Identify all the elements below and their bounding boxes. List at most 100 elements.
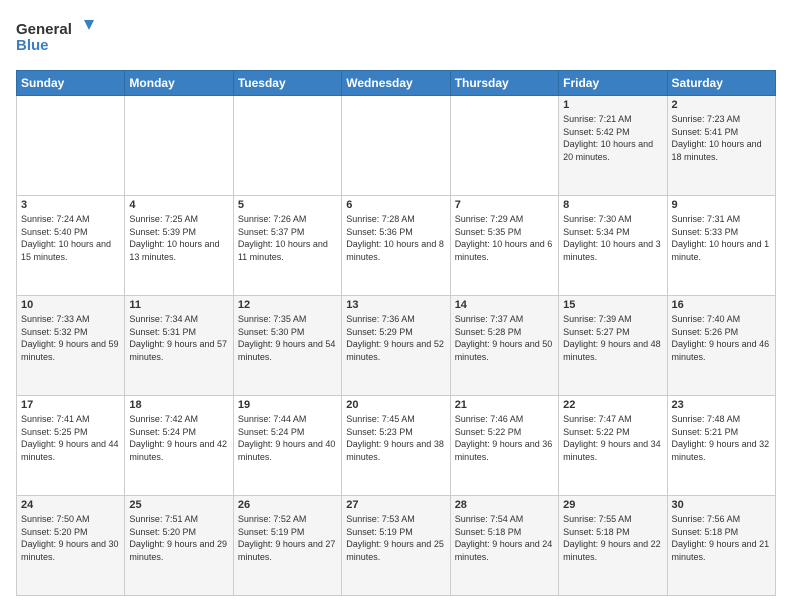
cell-text: Sunrise: 7:35 AMSunset: 5:30 PMDaylight:… — [238, 314, 336, 362]
day-number: 2 — [672, 99, 771, 111]
weekday-header-friday: Friday — [559, 71, 667, 96]
calendar-week-3: 10 Sunrise: 7:33 AMSunset: 5:32 PMDaylig… — [17, 296, 776, 396]
day-number: 3 — [21, 199, 120, 211]
cell-text: Sunrise: 7:55 AMSunset: 5:18 PMDaylight:… — [563, 514, 661, 562]
day-number: 27 — [346, 499, 445, 511]
day-number: 21 — [455, 399, 554, 411]
calendar-cell: 24 Sunrise: 7:50 AMSunset: 5:20 PMDaylig… — [17, 496, 125, 596]
day-number: 15 — [563, 299, 662, 311]
calendar-cell: 12 Sunrise: 7:35 AMSunset: 5:30 PMDaylig… — [233, 296, 341, 396]
cell-text: Sunrise: 7:53 AMSunset: 5:19 PMDaylight:… — [346, 514, 444, 562]
weekday-header-row: SundayMondayTuesdayWednesdayThursdayFrid… — [17, 71, 776, 96]
cell-text: Sunrise: 7:54 AMSunset: 5:18 PMDaylight:… — [455, 514, 553, 562]
cell-text: Sunrise: 7:52 AMSunset: 5:19 PMDaylight:… — [238, 514, 336, 562]
cell-text: Sunrise: 7:51 AMSunset: 5:20 PMDaylight:… — [129, 514, 227, 562]
cell-text: Sunrise: 7:44 AMSunset: 5:24 PMDaylight:… — [238, 414, 336, 462]
weekday-header-sunday: Sunday — [17, 71, 125, 96]
calendar-cell: 5 Sunrise: 7:26 AMSunset: 5:37 PMDayligh… — [233, 196, 341, 296]
calendar-cell — [342, 96, 450, 196]
calendar-cell: 22 Sunrise: 7:47 AMSunset: 5:22 PMDaylig… — [559, 396, 667, 496]
calendar-cell: 1 Sunrise: 7:21 AMSunset: 5:42 PMDayligh… — [559, 96, 667, 196]
day-number: 11 — [129, 299, 228, 311]
day-number: 30 — [672, 499, 771, 511]
cell-text: Sunrise: 7:24 AMSunset: 5:40 PMDaylight:… — [21, 214, 111, 262]
day-number: 12 — [238, 299, 337, 311]
day-number: 26 — [238, 499, 337, 511]
day-number: 13 — [346, 299, 445, 311]
day-number: 10 — [21, 299, 120, 311]
calendar-cell — [125, 96, 233, 196]
calendar-cell: 25 Sunrise: 7:51 AMSunset: 5:20 PMDaylig… — [125, 496, 233, 596]
weekday-header-thursday: Thursday — [450, 71, 558, 96]
calendar-cell: 17 Sunrise: 7:41 AMSunset: 5:25 PMDaylig… — [17, 396, 125, 496]
calendar-cell: 29 Sunrise: 7:55 AMSunset: 5:18 PMDaylig… — [559, 496, 667, 596]
cell-text: Sunrise: 7:47 AMSunset: 5:22 PMDaylight:… — [563, 414, 661, 462]
svg-text:Blue: Blue — [16, 37, 49, 54]
cell-text: Sunrise: 7:50 AMSunset: 5:20 PMDaylight:… — [21, 514, 119, 562]
cell-text: Sunrise: 7:30 AMSunset: 5:34 PMDaylight:… — [563, 214, 661, 262]
calendar-cell: 16 Sunrise: 7:40 AMSunset: 5:26 PMDaylig… — [667, 296, 775, 396]
header: General Blue — [16, 16, 776, 60]
calendar-cell: 28 Sunrise: 7:54 AMSunset: 5:18 PMDaylig… — [450, 496, 558, 596]
weekday-header-tuesday: Tuesday — [233, 71, 341, 96]
day-number: 22 — [563, 399, 662, 411]
day-number: 20 — [346, 399, 445, 411]
weekday-header-saturday: Saturday — [667, 71, 775, 96]
cell-text: Sunrise: 7:40 AMSunset: 5:26 PMDaylight:… — [672, 314, 770, 362]
page: General Blue SundayMondayTuesdayWednesda… — [0, 0, 792, 612]
calendar-week-4: 17 Sunrise: 7:41 AMSunset: 5:25 PMDaylig… — [17, 396, 776, 496]
cell-text: Sunrise: 7:31 AMSunset: 5:33 PMDaylight:… — [672, 214, 770, 262]
day-number: 17 — [21, 399, 120, 411]
day-number: 24 — [21, 499, 120, 511]
day-number: 16 — [672, 299, 771, 311]
cell-text: Sunrise: 7:25 AMSunset: 5:39 PMDaylight:… — [129, 214, 219, 262]
day-number: 23 — [672, 399, 771, 411]
cell-text: Sunrise: 7:45 AMSunset: 5:23 PMDaylight:… — [346, 414, 444, 462]
calendar-cell: 20 Sunrise: 7:45 AMSunset: 5:23 PMDaylig… — [342, 396, 450, 496]
weekday-header-monday: Monday — [125, 71, 233, 96]
cell-text: Sunrise: 7:28 AMSunset: 5:36 PMDaylight:… — [346, 214, 444, 262]
calendar-cell — [450, 96, 558, 196]
cell-text: Sunrise: 7:48 AMSunset: 5:21 PMDaylight:… — [672, 414, 770, 462]
cell-text: Sunrise: 7:37 AMSunset: 5:28 PMDaylight:… — [455, 314, 553, 362]
calendar-cell: 13 Sunrise: 7:36 AMSunset: 5:29 PMDaylig… — [342, 296, 450, 396]
calendar-cell: 9 Sunrise: 7:31 AMSunset: 5:33 PMDayligh… — [667, 196, 775, 296]
day-number: 1 — [563, 99, 662, 111]
day-number: 8 — [563, 199, 662, 211]
day-number: 6 — [346, 199, 445, 211]
calendar-cell: 4 Sunrise: 7:25 AMSunset: 5:39 PMDayligh… — [125, 196, 233, 296]
calendar-week-5: 24 Sunrise: 7:50 AMSunset: 5:20 PMDaylig… — [17, 496, 776, 596]
calendar-cell: 26 Sunrise: 7:52 AMSunset: 5:19 PMDaylig… — [233, 496, 341, 596]
cell-text: Sunrise: 7:46 AMSunset: 5:22 PMDaylight:… — [455, 414, 553, 462]
logo: General Blue — [16, 16, 96, 60]
calendar-cell: 23 Sunrise: 7:48 AMSunset: 5:21 PMDaylig… — [667, 396, 775, 496]
calendar-cell: 15 Sunrise: 7:39 AMSunset: 5:27 PMDaylig… — [559, 296, 667, 396]
calendar-cell — [17, 96, 125, 196]
calendar: SundayMondayTuesdayWednesdayThursdayFrid… — [16, 70, 776, 596]
cell-text: Sunrise: 7:29 AMSunset: 5:35 PMDaylight:… — [455, 214, 553, 262]
day-number: 7 — [455, 199, 554, 211]
calendar-cell: 11 Sunrise: 7:34 AMSunset: 5:31 PMDaylig… — [125, 296, 233, 396]
cell-text: Sunrise: 7:41 AMSunset: 5:25 PMDaylight:… — [21, 414, 119, 462]
calendar-cell: 30 Sunrise: 7:56 AMSunset: 5:18 PMDaylig… — [667, 496, 775, 596]
cell-text: Sunrise: 7:34 AMSunset: 5:31 PMDaylight:… — [129, 314, 227, 362]
calendar-cell: 3 Sunrise: 7:24 AMSunset: 5:40 PMDayligh… — [17, 196, 125, 296]
calendar-cell: 8 Sunrise: 7:30 AMSunset: 5:34 PMDayligh… — [559, 196, 667, 296]
cell-text: Sunrise: 7:42 AMSunset: 5:24 PMDaylight:… — [129, 414, 227, 462]
day-number: 25 — [129, 499, 228, 511]
calendar-cell: 2 Sunrise: 7:23 AMSunset: 5:41 PMDayligh… — [667, 96, 775, 196]
day-number: 18 — [129, 399, 228, 411]
calendar-cell: 10 Sunrise: 7:33 AMSunset: 5:32 PMDaylig… — [17, 296, 125, 396]
cell-text: Sunrise: 7:36 AMSunset: 5:29 PMDaylight:… — [346, 314, 444, 362]
day-number: 19 — [238, 399, 337, 411]
calendar-week-2: 3 Sunrise: 7:24 AMSunset: 5:40 PMDayligh… — [17, 196, 776, 296]
day-number: 5 — [238, 199, 337, 211]
cell-text: Sunrise: 7:33 AMSunset: 5:32 PMDaylight:… — [21, 314, 119, 362]
svg-text:General: General — [16, 21, 72, 38]
weekday-header-wednesday: Wednesday — [342, 71, 450, 96]
day-number: 9 — [672, 199, 771, 211]
calendar-cell: 19 Sunrise: 7:44 AMSunset: 5:24 PMDaylig… — [233, 396, 341, 496]
calendar-cell: 7 Sunrise: 7:29 AMSunset: 5:35 PMDayligh… — [450, 196, 558, 296]
calendar-week-1: 1 Sunrise: 7:21 AMSunset: 5:42 PMDayligh… — [17, 96, 776, 196]
day-number: 4 — [129, 199, 228, 211]
